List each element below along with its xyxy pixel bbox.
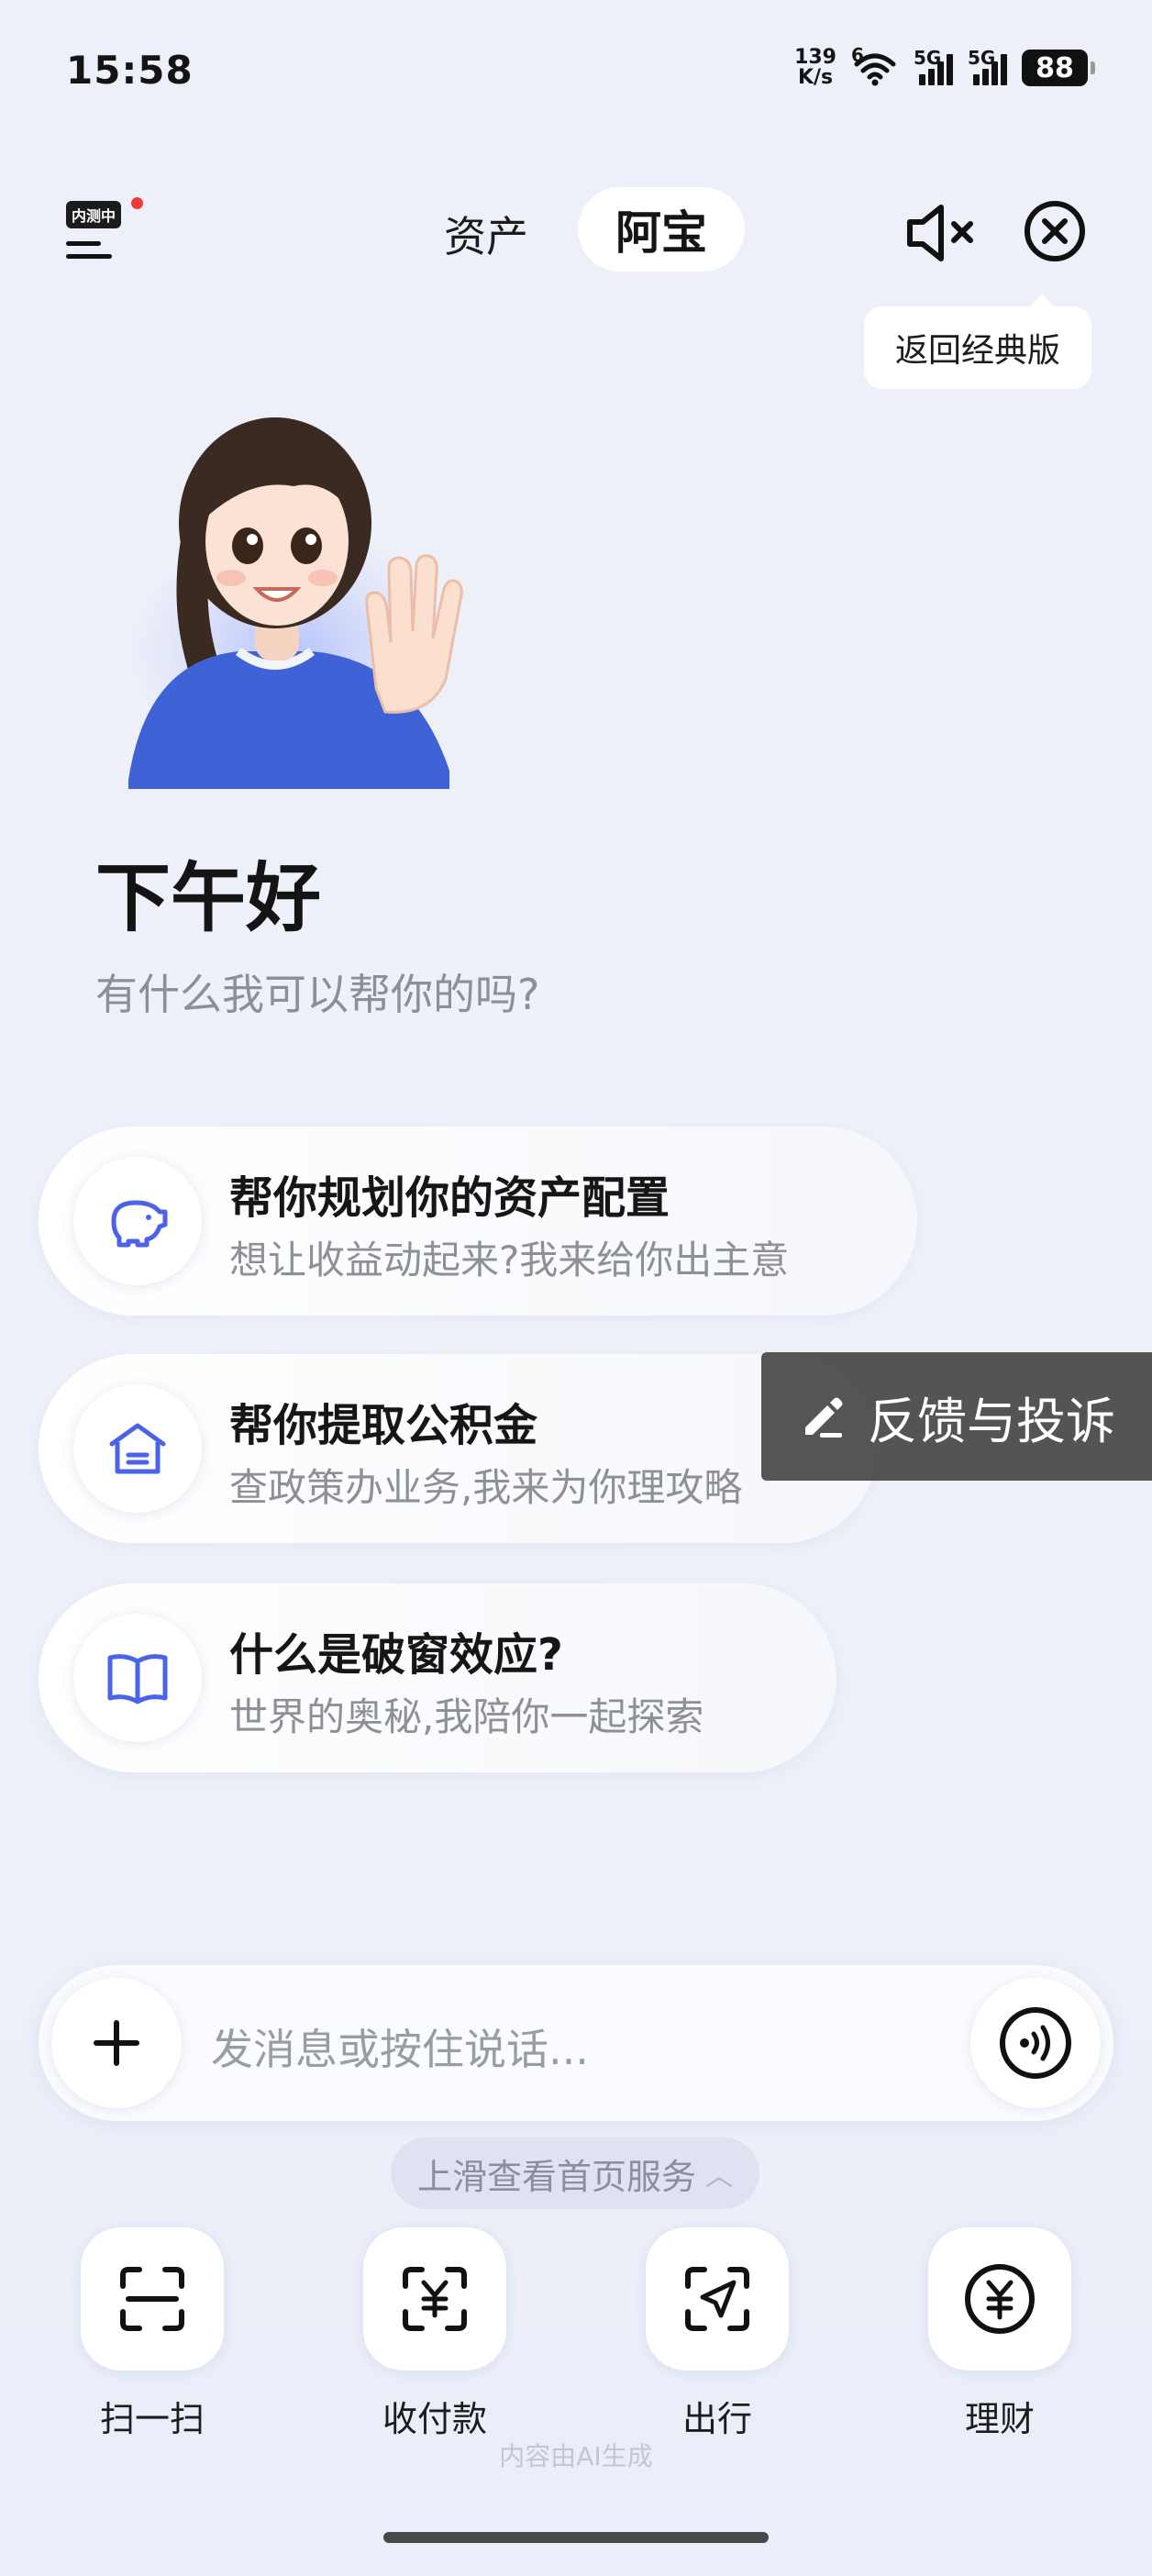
suggestion-title: 帮你提取公积金	[229, 1400, 538, 1451]
status-icons: 139 K/s 6 5G 5G 88	[794, 44, 1095, 88]
shortcut-label: 出行	[681, 2399, 752, 2439]
suggestion-card-housing-fund[interactable]: 帮你提取公积金 查政策办业务,我来为你理攻略	[39, 1354, 877, 1543]
shortcut-label: 收付款	[382, 2399, 487, 2439]
shortcut-label: 理财	[964, 2399, 1035, 2439]
shortcut-scan[interactable]: 扫一扫	[79, 2227, 226, 2441]
signal-5g-1-icon: 5G	[914, 47, 953, 85]
speaker-mute-icon	[907, 205, 973, 261]
suggestion-subtitle: 世界的奥秘,我陪你一起探索	[229, 1694, 704, 1739]
swipe-up-hint[interactable]: 上滑查看首页服务 ︿	[391, 2137, 759, 2209]
signal-2-tag: 5G	[968, 47, 996, 69]
wifi-icon: 6	[851, 44, 899, 86]
wifi-tag: 6	[851, 44, 864, 66]
edit-pencil-icon	[805, 1397, 843, 1438]
feedback-button[interactable]: 反馈与投诉	[761, 1352, 1152, 1481]
shortcut-travel[interactable]: 出行	[644, 2227, 791, 2441]
battery-icon: 88	[1022, 50, 1095, 86]
house-icon	[73, 1384, 202, 1513]
assistant-avatar[interactable]	[110, 385, 477, 802]
net-speed-value: 139	[794, 46, 836, 69]
beta-badge: 内测中	[66, 201, 122, 228]
close-button[interactable]	[1022, 198, 1088, 268]
voice-wave-icon	[1000, 2007, 1071, 2079]
net-speed: 139 K/s	[794, 48, 836, 88]
plus-icon	[94, 2020, 139, 2066]
shortcut-label: 扫一扫	[99, 2399, 205, 2439]
scan-icon	[120, 2267, 184, 2331]
feedback-label: 反馈与投诉	[868, 1392, 1115, 1450]
menu-icon-line-2	[66, 254, 112, 259]
status-time: 15:58	[66, 48, 194, 93]
swipe-up-label: 上滑查看首页服务	[416, 2156, 696, 2197]
suggestion-subtitle: 查政策办业务,我来为你理攻略	[229, 1465, 743, 1510]
shortcut-wealth[interactable]: 理财	[926, 2227, 1073, 2441]
message-input-placeholder[interactable]: 发消息或按住说话...	[211, 2016, 589, 2077]
net-speed-unit: K/s	[797, 66, 834, 89]
signal-5g-2-icon: 5G	[968, 47, 1007, 85]
mute-button[interactable]	[903, 200, 980, 270]
home-indicator[interactable]	[383, 2532, 769, 2543]
wealth-icon	[965, 2264, 1035, 2334]
shortcut-payment[interactable]: 收付款	[361, 2227, 508, 2441]
menu-button[interactable]: 内测中	[64, 197, 147, 271]
message-input-bar[interactable]: 发消息或按住说话...	[39, 1965, 1113, 2121]
notification-dot	[131, 197, 143, 209]
suggestion-subtitle: 想让收益动起来?我来给你出主意	[229, 1238, 790, 1282]
ai-generated-note: 内容由AI生成	[499, 2441, 653, 2471]
classic-version-tooltip[interactable]: 返回经典版	[864, 294, 1091, 389]
greeting-subtitle: 有什么我可以帮你的吗?	[95, 970, 540, 1019]
payment-icon	[403, 2267, 467, 2331]
suggestion-card-broken-windows[interactable]: 什么是破窗效应? 世界的奥秘,我陪你一起探索	[39, 1583, 836, 1772]
tab-assets[interactable]: 资产	[444, 204, 528, 264]
voice-button[interactable]	[970, 1978, 1101, 2108]
travel-icon	[685, 2267, 749, 2331]
book-icon	[73, 1614, 202, 1742]
tab-abao[interactable]: 阿宝	[578, 187, 745, 272]
signal-1-tag: 5G	[914, 47, 942, 69]
chevron-up-icon: ︿	[705, 2160, 733, 2193]
suggestion-title: 什么是破窗效应?	[229, 1629, 563, 1681]
greeting-title: 下午好	[95, 855, 322, 942]
suggestion-card-asset-allocation[interactable]: 帮你规划你的资产配置 想让收益动起来?我来给你出主意	[39, 1127, 917, 1316]
add-button[interactable]	[51, 1978, 182, 2108]
menu-icon-line-1	[66, 241, 101, 246]
close-circle-icon	[1025, 201, 1085, 261]
suggestion-title: 帮你规划你的资产配置	[229, 1172, 670, 1224]
piggy-bank-icon	[73, 1157, 202, 1285]
